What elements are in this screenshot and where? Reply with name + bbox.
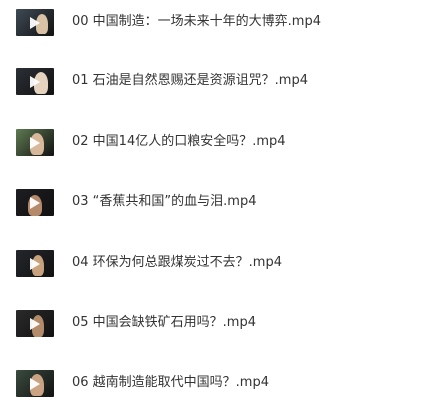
- video-thumbnail-icon: [16, 370, 54, 397]
- list-item-video-02[interactable]: 02 中国14亿人的口粮安全吗？.mp4: [0, 122, 435, 162]
- play-icon: [30, 137, 40, 149]
- list-item-video-04[interactable]: 04 环保为何总跟煤炭过不去？.mp4: [0, 243, 435, 283]
- list-item-video-01[interactable]: 01 石油是自然恩赐还是资源诅咒？.mp4: [0, 61, 435, 101]
- file-list: 00 中国制造：一场未来十年的大博弈.mp4 01 石油是自然恩赐还是资源诅咒？…: [0, 0, 435, 410]
- play-icon: [30, 318, 40, 330]
- play-icon: [30, 378, 40, 390]
- video-thumbnail-icon: [16, 250, 54, 277]
- file-name: 02 中国14亿人的口粮安全吗？.mp4: [72, 134, 286, 149]
- play-icon: [30, 17, 40, 29]
- list-item-video-00[interactable]: 00 中国制造：一场未来十年的大博弈.mp4: [0, 2, 435, 42]
- video-thumbnail-icon: [16, 9, 54, 36]
- video-thumbnail-icon: [16, 129, 54, 156]
- file-name: 06 越南制造能取代中国吗？.mp4: [72, 375, 269, 390]
- file-name: 05 中国会缺铁矿石用吗？.mp4: [72, 315, 256, 330]
- play-icon: [30, 197, 40, 209]
- play-icon: [30, 76, 40, 88]
- list-item-video-05[interactable]: 05 中国会缺铁矿石用吗？.mp4: [0, 303, 435, 343]
- file-name: 04 环保为何总跟煤炭过不去？.mp4: [72, 255, 282, 270]
- video-thumbnail-icon: [16, 310, 54, 337]
- video-thumbnail-icon: [16, 189, 54, 216]
- video-thumbnail-icon: [16, 68, 54, 95]
- list-item-video-06[interactable]: 06 越南制造能取代中国吗？.mp4: [0, 363, 435, 403]
- file-name: 00 中国制造：一场未来十年的大博弈.mp4: [72, 14, 321, 29]
- file-name: 01 石油是自然恩赐还是资源诅咒？.mp4: [72, 73, 308, 88]
- list-item-video-03[interactable]: 03 “香蕉共和国”的血与泪.mp4: [0, 182, 435, 222]
- file-name: 03 “香蕉共和国”的血与泪.mp4: [72, 194, 257, 209]
- play-icon: [30, 258, 40, 270]
